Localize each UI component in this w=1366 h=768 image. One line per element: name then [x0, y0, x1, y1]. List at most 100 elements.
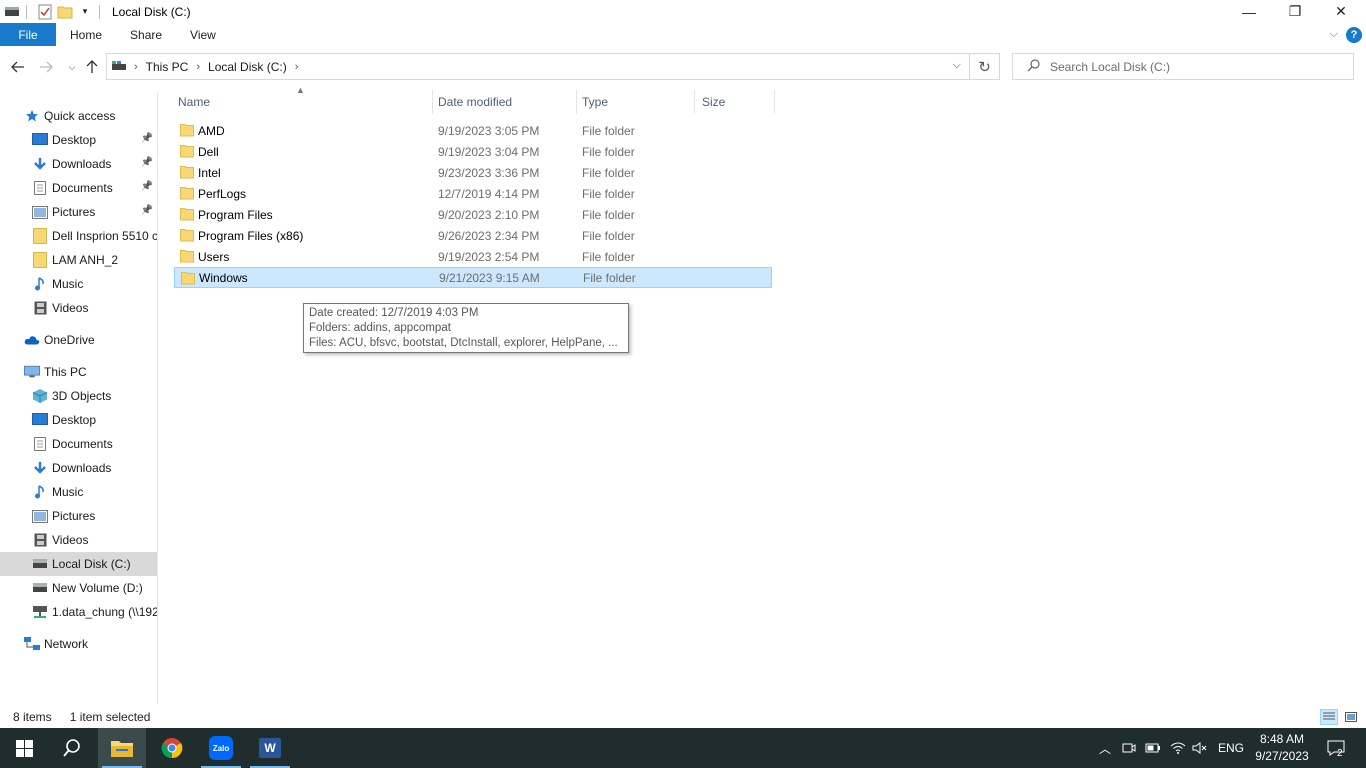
sidebar-item-label: Dell Insprion 5510 c: [52, 229, 157, 243]
details-view-button[interactable]: [1320, 709, 1338, 725]
table-row[interactable]: Intel 9/23/2023 3:36 PM File folder: [174, 162, 772, 183]
sidebar-item-desktop[interactable]: Desktop: [0, 408, 157, 432]
taskbar-zalo[interactable]: Zalo: [197, 728, 245, 768]
close-button[interactable]: ✕: [1318, 0, 1364, 23]
sidebar-item-desktop[interactable]: Desktop 📌: [0, 128, 157, 152]
column-divider[interactable]: [432, 90, 433, 114]
file-type: File folder: [582, 144, 635, 159]
breadcrumb-this-pc[interactable]: This PC: [146, 54, 189, 79]
taskbar-word[interactable]: W: [246, 728, 294, 768]
tab-share[interactable]: Share: [116, 23, 176, 46]
recent-locations-dropdown[interactable]: ⌵: [63, 58, 81, 76]
pin-icon[interactable]: 📌: [141, 133, 153, 144]
column-header-type[interactable]: Type: [578, 90, 694, 114]
volume-muted-icon[interactable]: [1192, 740, 1208, 756]
sidebar-item-downloads[interactable]: Downloads: [0, 456, 157, 480]
column-divider[interactable]: [576, 90, 577, 114]
system-clock[interactable]: 8:48 AM 9/27/2023: [1250, 731, 1314, 765]
breadcrumb-chevron-icon[interactable]: ›: [196, 61, 200, 73]
drive-icon[interactable]: [4, 4, 20, 20]
column-header-size[interactable]: Size: [698, 90, 774, 114]
sidebar-item-music[interactable]: Music: [0, 480, 157, 504]
navigation-pane-divider[interactable]: [157, 92, 158, 704]
tab-file[interactable]: File: [0, 23, 56, 46]
tab-view[interactable]: View: [176, 23, 230, 46]
film-icon: [32, 300, 48, 316]
start-button[interactable]: [0, 728, 48, 768]
notifications-button[interactable]: [1325, 740, 1347, 756]
sidebar-item-local-disk-c[interactable]: Local Disk (C:): [0, 552, 157, 576]
up-button[interactable]: [83, 58, 101, 76]
folder-icon: [181, 271, 195, 285]
search-input[interactable]: [1050, 59, 1330, 74]
pin-icon[interactable]: 📌: [141, 205, 153, 216]
sidebar-item-lam-anh-2[interactable]: LAM ANH_2: [0, 248, 157, 272]
new-folder-icon[interactable]: [57, 4, 73, 20]
breadcrumb-local-disk[interactable]: Local Disk (C:): [208, 54, 287, 79]
sidebar-item-label: Desktop: [52, 133, 97, 147]
pin-icon[interactable]: 📌: [141, 157, 153, 168]
sidebar-item-this-pc[interactable]: This PC: [0, 360, 157, 384]
wifi-icon[interactable]: [1170, 740, 1186, 756]
navigation-bar: ⌵ › This PC › Local Disk (C:) › ⌵ ↻: [0, 50, 1366, 84]
sidebar-item-documents[interactable]: Documents: [0, 432, 157, 456]
address-history-dropdown-icon[interactable]: ⌵: [953, 59, 961, 72]
sidebar-item-music[interactable]: Music: [0, 272, 157, 296]
file-date-modified: 9/23/2023 3:36 PM: [438, 165, 540, 180]
table-row[interactable]: PerfLogs 12/7/2019 4:14 PM File folder: [174, 183, 772, 204]
breadcrumb-chevron-icon[interactable]: ›: [134, 61, 138, 73]
column-divider[interactable]: [694, 90, 695, 114]
properties-icon[interactable]: [37, 4, 53, 20]
table-row[interactable]: Windows 9/21/2023 9:15 AM File folder: [174, 267, 772, 288]
sidebar-item-label: Documents: [52, 181, 113, 195]
refresh-button[interactable]: ↻: [970, 53, 1000, 80]
sidebar-item-documents[interactable]: Documents 📌: [0, 176, 157, 200]
restore-button[interactable]: ❐: [1272, 0, 1318, 23]
tooltip-folders: Folders: addins, appcompat: [309, 322, 451, 334]
taskbar-file-explorer[interactable]: [98, 728, 146, 768]
sidebar-item-3d-objects[interactable]: 3D Objects: [0, 384, 157, 408]
column-header-date-modified[interactable]: Date modified: [434, 90, 576, 114]
sidebar-item-quick-access[interactable]: Quick access: [0, 104, 157, 128]
input-language-indicator[interactable]: ENG: [1218, 741, 1244, 755]
table-row[interactable]: Program Files 9/20/2023 2:10 PM File folde…: [174, 204, 772, 225]
show-hidden-icons-chevron-icon[interactable]: ︿: [1097, 740, 1113, 756]
sidebar-item-videos[interactable]: Videos: [0, 296, 157, 320]
minimize-button[interactable]: —: [1226, 0, 1272, 23]
sidebar-item-label: Pictures: [52, 509, 96, 523]
back-button[interactable]: [9, 58, 27, 76]
column-header-name[interactable]: Name: [174, 90, 432, 114]
breadcrumb-chevron-icon[interactable]: ›: [295, 61, 299, 73]
file-type: File folder: [582, 165, 635, 180]
sidebar-item-1-data-chung-192[interactable]: 1.data_chung (\\192: [0, 600, 157, 624]
sidebar-item-label: OneDrive: [44, 333, 95, 347]
help-icon[interactable]: ?: [1346, 26, 1362, 43]
table-row[interactable]: AMD 9/19/2023 3:05 PM File folder: [174, 120, 772, 141]
expand-ribbon-icon[interactable]: ⌵: [1330, 28, 1338, 41]
search-box[interactable]: [1012, 53, 1354, 80]
search-icon: [63, 739, 80, 757]
table-row[interactable]: Dell 9/19/2023 3:04 PM File folder: [174, 141, 772, 162]
large-icons-view-button[interactable]: [1342, 709, 1360, 725]
pin-icon[interactable]: 📌: [141, 181, 153, 192]
taskbar-chrome[interactable]: [148, 728, 196, 768]
battery-icon[interactable]: [1145, 740, 1161, 756]
table-row[interactable]: Program Files (x86) 9/26/2023 2:34 PM File…: [174, 225, 772, 246]
sidebar-item-dell-insprion-5510-c[interactable]: Dell Insprion 5510 c: [0, 224, 157, 248]
customize-toolbar-dropdown-icon[interactable]: ▾: [77, 4, 93, 20]
table-row[interactable]: Users 9/19/2023 2:54 PM File folder: [174, 246, 772, 267]
network-drive-icon: [32, 604, 48, 620]
sidebar-item-onedrive[interactable]: OneDrive: [0, 328, 157, 352]
sidebar-item-new-volume-d[interactable]: New Volume (D:): [0, 576, 157, 600]
meet-now-icon[interactable]: [1121, 740, 1137, 756]
sidebar-item-downloads[interactable]: Downloads 📌: [0, 152, 157, 176]
forward-button[interactable]: [37, 58, 55, 76]
sidebar-item-pictures[interactable]: Pictures 📌: [0, 200, 157, 224]
sidebar-item-videos[interactable]: Videos: [0, 528, 157, 552]
address-bar[interactable]: › This PC › Local Disk (C:) › ⌵: [106, 53, 970, 80]
sidebar-item-network[interactable]: Network: [0, 632, 157, 656]
column-divider[interactable]: [774, 90, 775, 114]
sidebar-item-pictures[interactable]: Pictures: [0, 504, 157, 528]
tab-home[interactable]: Home: [56, 23, 116, 46]
search-taskbar-button[interactable]: [48, 728, 96, 768]
